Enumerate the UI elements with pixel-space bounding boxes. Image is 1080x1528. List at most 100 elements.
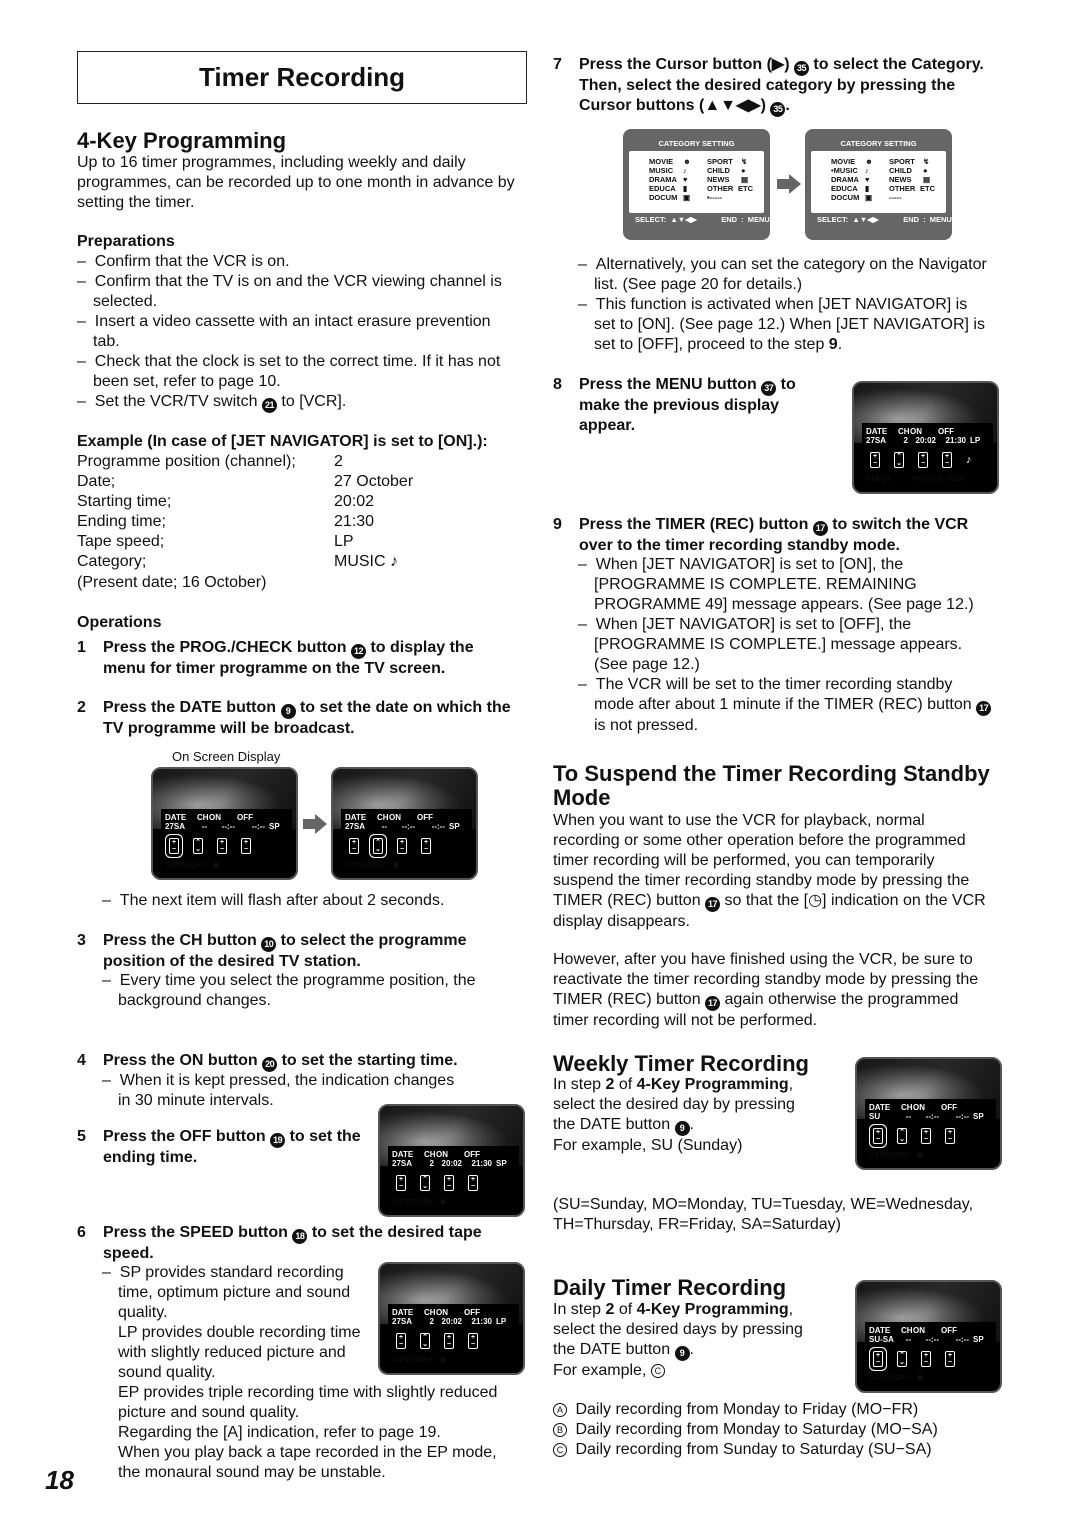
circled-letter-icon: A [553,1403,567,1417]
category-option[interactable]: •----- [707,193,753,202]
category-option[interactable]: NEWS ▤ [889,175,935,184]
osd-speed: LP [970,436,981,445]
category-screen-after: CATEGORY SETTING MOVIE ☻ •MUSIC ♪ DRAMA ♥ EDUC… [805,129,952,240]
category-icon: ▣ [683,193,691,202]
category-option[interactable]: MOVIE ☻ [649,157,695,166]
example-value: MUSIC ♪ [334,553,398,570]
circled-number-icon: 20 [262,1057,278,1072]
category-icon: ♪ [683,166,687,175]
prep-item: – Confirm that the TV is on and the VCR … [77,273,502,310]
osd-screen-daily: DATE CH ON OFF SU-SA -- --:-- --:-- SP + − ⌃ ⌄ + − + −… [855,1280,1002,1393]
osd-value: --:-- [925,1335,939,1344]
step-8: 8 Press the MENU button 37 to make the pr… [553,375,796,436]
circled-letter-icon: B [553,1423,567,1437]
plus-minus-icon: + − [942,452,952,468]
prep-item: – Set the VCR/TV switch 21 to [VCR]. [77,392,502,413]
category-option[interactable]: DRAMA ♥ [649,175,695,184]
category-footer: SELECT: ▲▼◀▶ END : MENU [817,215,952,224]
circled-number-icon: 10 [261,937,277,952]
category-option[interactable]: ----- [889,193,935,202]
circled-letter-icon: C [650,1364,665,1378]
osd-value: 20:02 [441,1159,462,1168]
example-table: Programme position (channel); 2 Date; 27 O… [77,452,413,572]
circled-number-icon: 9 [674,1121,690,1136]
osd-footer: CATEGORY : ▣ [392,1355,447,1364]
osd-screen-step8: DATE CH ON OFF 27SA 2 20:02 21:30 LP + − ⌃ ⌄ + − + − ♪ … [852,381,999,494]
note-item: – When [JET NAVIGATOR] is set to [ON], t… [578,556,974,613]
osd-label: ON [436,1308,448,1317]
osd-screen-step6: DATE CH ON OFF 27SA 2 20:02 21:30 LP + − ⌃ ⌄ + − + − C… [378,1262,525,1375]
category-option[interactable]: EDUCA ▮ [831,184,877,193]
category-option[interactable]: DOCUM ▣ [831,193,877,202]
intro-paragraph: Up to 16 timer programmes, including wee… [77,154,515,211]
step-9: 9 Press the TIMER (REC) button 17 to swit… [553,515,968,556]
category-option[interactable]: DOCUM ▣ [649,193,695,202]
circled-number-icon: 17 [705,996,721,1011]
osd-value: --:-- [431,822,445,831]
category-option[interactable]: OTHER ETC [707,184,753,193]
osd-value: 27SA [165,822,186,831]
operations-heading: Operations [77,614,162,631]
plus-minus-icon: + − [397,838,407,854]
category-option[interactable]: SPORT ↯ [889,157,935,166]
osd-value: 2 [429,1159,434,1168]
step-2: 2 Press the DATE button 9 to set the date… [77,698,511,739]
weekly-paragraph: In step 2 of 4-Key Programming, select t… [553,1076,795,1154]
step-number: 5 [77,1128,86,1145]
osd-value: 27SA [345,822,366,831]
osd-footer: CATEGORY : ▣ [165,860,220,869]
category-option[interactable]: NEWS ▤ [707,175,753,184]
example-value: 27 October [334,473,414,490]
plus-minus-icon: + − [873,1128,883,1144]
channel-updown-icon: ⌃ ⌄ [420,1175,430,1191]
category-option[interactable]: DRAMA ♥ [831,175,877,184]
category-icon: ♥ [683,175,688,184]
step-text: Press the CH button 10 to select the pro… [103,932,467,970]
step2-note: – The next item will flash after about 2… [102,892,445,909]
arrow-right-icon [777,174,801,194]
step-3: 3 Press the CH button 10 to select the pr… [77,931,467,972]
osd-value: -- [201,822,207,831]
plus-minus-icon: + − [945,1128,955,1144]
osd-label: DATE [392,1150,414,1159]
osd-label: CH [898,427,910,436]
example-value: 2 [334,453,343,470]
category-icon: ▤ [741,175,749,184]
osd-speed: SP [973,1112,984,1121]
osd-speed: SP [496,1159,507,1168]
osd-value: 20:02 [915,436,936,445]
category-option[interactable]: •MUSIC ♪ [831,166,877,175]
category-option[interactable]: MUSIC ♪ [649,166,695,175]
step-text: Press the SPEED button 18 to set the des… [103,1224,482,1262]
circled-letter-icon: C [553,1443,567,1457]
channel-updown-icon: ⌃ ⌄ [373,838,383,854]
circled-number-icon: 9 [280,704,296,719]
osd-value: 21:30 [471,1317,492,1326]
category-option[interactable]: CHILD ● [707,166,753,175]
circled-number-icon: 35 [770,102,786,117]
plus-minus-icon: + − [396,1175,406,1191]
category-option[interactable]: OTHER ETC [889,184,935,193]
weekly-heading: Weekly Timer Recording [553,1051,809,1076]
plus-minus-icon: + − [217,838,227,854]
circled-number-icon: 21 [261,398,277,413]
suspend-paragraph-1: When you want to use the VCR for playbac… [553,812,986,930]
category-option[interactable]: EDUCA ▮ [649,184,695,193]
category-option[interactable]: CHILD ● [889,166,935,175]
category-option[interactable]: SPORT ↯ [707,157,753,166]
step-1: 1 Press the PROG./CHECK button 12 to disp… [77,638,474,679]
circled-number-icon: 17 [705,897,721,912]
category-icon: ▮ [683,184,688,193]
section-heading-4key: 4-Key Programming [77,128,287,153]
osd-value: -- [381,822,387,831]
prep-item: – Check that the clock is set to the cor… [77,353,501,390]
osd-label: ON [913,1103,925,1112]
table-row: Date; 27 October [77,472,413,492]
plus-minus-icon: + − [870,452,880,468]
plus-minus-icon: + − [468,1175,478,1191]
category-icon: ↯ [741,157,748,166]
category-option[interactable]: MOVIE ☻ [831,157,877,166]
category-icon: ♥ [865,175,870,184]
preparations-heading: Preparations [77,233,175,250]
plus-minus-icon: + − [444,1175,454,1191]
